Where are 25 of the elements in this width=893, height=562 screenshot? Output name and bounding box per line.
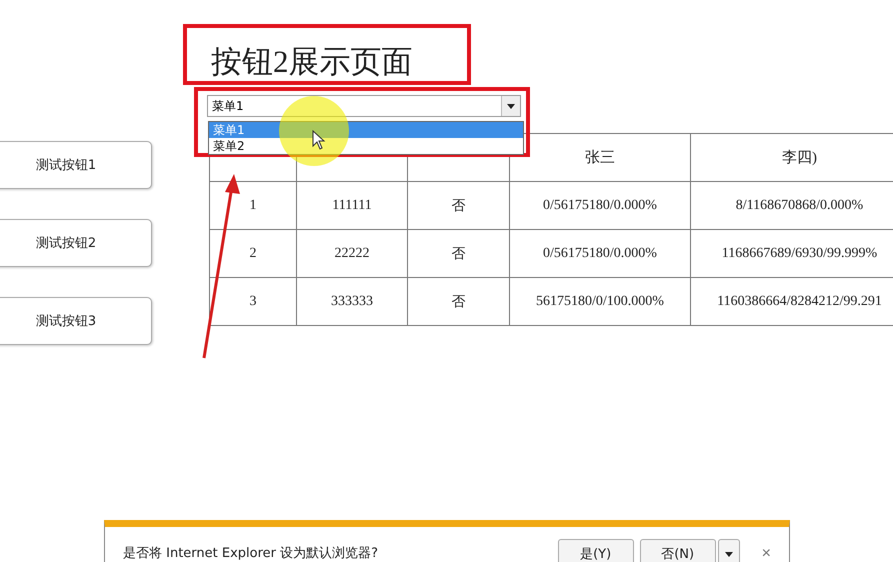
test-button[interactable]: 测试按钮1 [0,141,152,189]
notification-message: 是否将 Internet Explorer 设为默认浏览器? [123,545,378,562]
table-cell: 333333 [296,278,408,326]
table-cell: 56175180/0/100.000% [510,278,690,326]
dropdown-field[interactable]: 菜单1 [207,95,521,117]
test-button[interactable]: 测试按钮2 [0,219,152,267]
table-cell: 否 [408,278,510,326]
table-cell: 111111 [296,182,408,230]
column-header: 李四) [690,134,893,182]
dropdown-button[interactable] [718,539,740,562]
dialog-button[interactable]: 是(Y) [558,539,634,562]
test-button[interactable]: 测试按钮3 [0,297,152,345]
table-cell: 否 [408,230,510,278]
dialog-button[interactable]: 否(N) [640,539,716,562]
page-title: 按钮2展示页面 [211,43,412,81]
table-cell: 0/56175180/0.000% [510,182,690,230]
table-cell: 3 [210,278,296,326]
caret-icon [724,552,733,556]
table-cell: 0/56175180/0.000% [510,230,690,278]
table-cell: 22222 [296,230,408,278]
close-button[interactable]: × [756,544,777,562]
pointer-icon [312,130,326,150]
table-cell: 否 [408,182,510,230]
caret-icon [507,104,515,108]
table-cell: 2 [210,230,296,278]
